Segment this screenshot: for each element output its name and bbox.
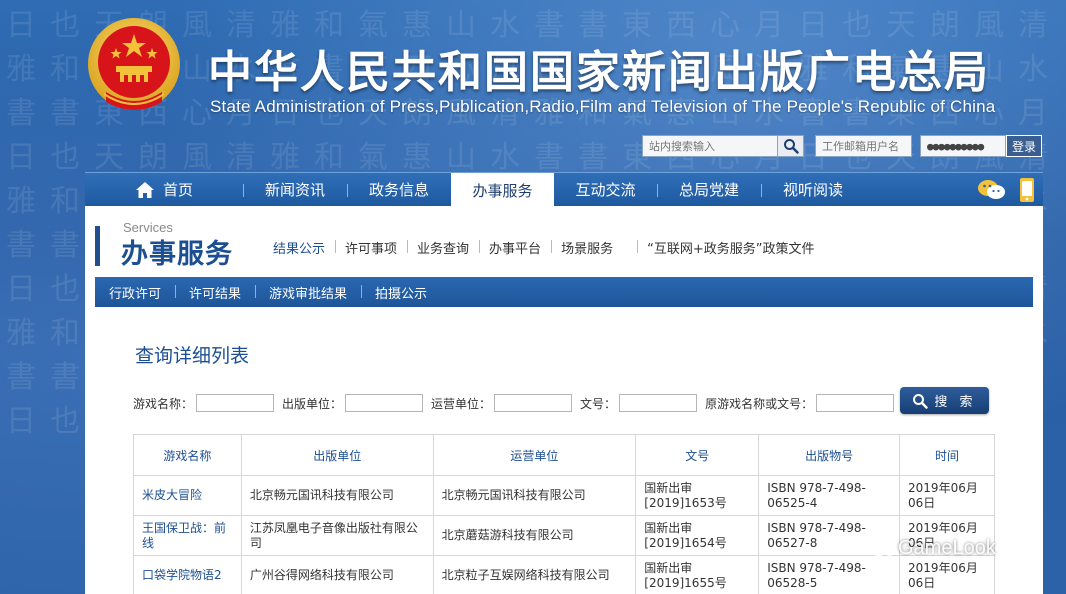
table-cell: 2019年06月06日 bbox=[899, 555, 995, 594]
results-table: 游戏名称 出版单位 运营单位 文号 出版物号 时间 米皮大冒险 北京畅元国讯科技… bbox=[133, 434, 995, 594]
column-header: 出版单位 bbox=[240, 434, 434, 476]
filter-label-game-name: 游戏名称： bbox=[133, 396, 194, 411]
login-button[interactable]: 登录 bbox=[1006, 135, 1042, 157]
column-header: 运营单位 bbox=[432, 434, 637, 476]
operator-input[interactable] bbox=[494, 394, 573, 412]
filter-label-original-name: 原游戏名称或文号： bbox=[705, 396, 814, 411]
nav-tools bbox=[977, 177, 1035, 203]
nav-item-media[interactable]: 视听阅读 bbox=[761, 173, 865, 207]
table-cell: 北京蘑菇游科技有限公司 bbox=[432, 515, 637, 556]
nav-item-interaction[interactable]: 互动交流 bbox=[554, 173, 657, 207]
tab-filming-notice[interactable]: 拍摄公示 bbox=[361, 283, 441, 302]
nav-item-news[interactable]: 新闻资讯 bbox=[243, 173, 347, 207]
nav-item-label: 视听阅读 bbox=[782, 181, 843, 199]
sub-nav-results[interactable]: 结果公示 bbox=[263, 238, 335, 257]
tab-admin-license[interactable]: 行政许可 bbox=[95, 283, 175, 302]
query-filters: 游戏名称： 出版单位： 运营单位： 文号： 原游戏名称或文号： bbox=[133, 394, 902, 412]
column-header: 时间 bbox=[899, 434, 995, 476]
home-icon bbox=[135, 181, 154, 198]
filter-label-doc-number: 文号： bbox=[580, 396, 617, 411]
column-header: 游戏名称 bbox=[133, 434, 242, 476]
page-title: 查询详细列表 bbox=[135, 345, 250, 367]
services-accent-bar bbox=[95, 226, 100, 266]
table-cell: 国新出审[2019]1653号 bbox=[635, 475, 760, 516]
publisher-input[interactable] bbox=[345, 394, 424, 412]
filter-label-publisher: 出版单位： bbox=[282, 396, 343, 411]
table-cell: 国新出审[2019]1654号 bbox=[635, 515, 760, 556]
search-button[interactable]: 搜 索 bbox=[900, 387, 989, 414]
services-sub-nav: 结果公示 许可事项 业务查询 办事平台 场景服务 “互联网+政务服务”政策文件 bbox=[263, 238, 824, 257]
table-header-row: 游戏名称 出版单位 运营单位 文号 出版物号 时间 bbox=[133, 434, 995, 476]
national-emblem-icon bbox=[88, 18, 180, 110]
site-title-cn: 中华人民共和国国家新闻出版广电总局 bbox=[208, 47, 990, 98]
table-cell: 国新出审[2019]1655号 bbox=[635, 555, 760, 594]
mail-password-input[interactable] bbox=[920, 135, 1006, 157]
doc-number-input[interactable] bbox=[619, 394, 698, 412]
table-row: 王国保卫战：前线 江苏凤凰电子音像出版社有限公司 北京蘑菇游科技有限公司 国新出… bbox=[133, 515, 995, 556]
tab-license-results[interactable]: 许可结果 bbox=[175, 283, 255, 302]
search-icon bbox=[913, 393, 929, 409]
nav-item-services[interactable]: 办事服务 bbox=[451, 172, 554, 207]
nav-item-label: 互动交流 bbox=[575, 181, 636, 199]
content-panel: Services 办事服务 结果公示 许可事项 业务查询 办事平台 场景服务 “… bbox=[85, 206, 1043, 594]
game-name-link[interactable]: 米皮大冒险 bbox=[133, 475, 242, 516]
nav-item-label: 新闻资讯 bbox=[264, 181, 325, 199]
nav-item-home[interactable]: 首页 bbox=[85, 173, 243, 207]
column-header: 出版物号 bbox=[758, 434, 901, 476]
tab-game-approval[interactable]: 游戏审批结果 bbox=[255, 283, 361, 302]
mobile-icon[interactable] bbox=[1019, 177, 1035, 203]
nav-item-label: 办事服务 bbox=[472, 182, 533, 200]
sub-nav-platform[interactable]: 办事平台 bbox=[479, 238, 551, 257]
mail-username-input[interactable] bbox=[815, 135, 912, 157]
nav-item-government-info[interactable]: 政务信息 bbox=[347, 173, 451, 207]
filter-label-operator: 运营单位： bbox=[431, 396, 492, 411]
nav-item-label: 首页 bbox=[162, 181, 193, 199]
main-nav: 首页 新闻资讯 政务信息 办事服务 互动交流 总局党建 视听阅读 bbox=[85, 172, 1043, 207]
game-name-link[interactable]: 王国保卫战：前线 bbox=[133, 515, 242, 556]
wechat-icon[interactable] bbox=[977, 178, 1007, 202]
site-search bbox=[642, 135, 804, 157]
search-icon bbox=[783, 139, 799, 154]
table-cell: 北京粒子互娱网络科技有限公司 bbox=[432, 555, 637, 594]
nav-item-party[interactable]: 总局党建 bbox=[657, 173, 761, 207]
site-search-button[interactable] bbox=[778, 135, 804, 157]
sub-nav-policy-docs[interactable]: “互联网+政务服务”政策文件 bbox=[637, 238, 824, 257]
nav-item-label: 总局党建 bbox=[678, 181, 739, 199]
services-title-cn: 办事服务 bbox=[121, 239, 233, 270]
table-cell: 江苏凤凰电子音像出版社有限公司 bbox=[240, 515, 434, 556]
sub-nav-scene-services[interactable]: 场景服务 bbox=[551, 238, 623, 257]
column-header: 文号 bbox=[635, 434, 760, 476]
watermark: GameLook bbox=[868, 537, 996, 560]
game-name-input[interactable] bbox=[196, 394, 275, 412]
table-cell: ISBN 978-7-498-06525-4 bbox=[758, 475, 901, 516]
search-button-label: 搜 索 bbox=[934, 395, 977, 410]
sub-nav-licenses[interactable]: 许可事项 bbox=[335, 238, 407, 257]
table-cell: ISBN 978-7-498-06528-5 bbox=[758, 555, 901, 594]
site-title-en: State Administration of Press,Publicatio… bbox=[210, 97, 996, 116]
table-row: 米皮大冒险 北京畅元国讯科技有限公司 北京畅元国讯科技有限公司 国新出审[201… bbox=[133, 475, 995, 516]
sub-nav-business-query[interactable]: 业务查询 bbox=[407, 238, 479, 257]
table-cell: 北京畅元国讯科技有限公司 bbox=[240, 475, 434, 516]
result-tabs: 行政许可 许可结果 游戏审批结果 拍摄公示 bbox=[95, 277, 1033, 307]
table-cell: 2019年06月06日 bbox=[899, 475, 995, 516]
site-search-input[interactable] bbox=[642, 135, 778, 157]
table-cell: 北京畅元国讯科技有限公司 bbox=[432, 475, 637, 516]
nav-item-label: 政务信息 bbox=[368, 181, 429, 199]
table-row: 口袋学院物语2 广州谷得网络科技有限公司 北京粒子互娱网络科技有限公司 国新出审… bbox=[133, 555, 995, 594]
wechat-icon bbox=[868, 539, 894, 558]
watermark-text: GameLook bbox=[898, 537, 996, 559]
table-cell: 广州谷得网络科技有限公司 bbox=[240, 555, 434, 594]
original-name-input[interactable] bbox=[816, 394, 895, 412]
game-name-link[interactable]: 口袋学院物语2 bbox=[133, 555, 242, 594]
